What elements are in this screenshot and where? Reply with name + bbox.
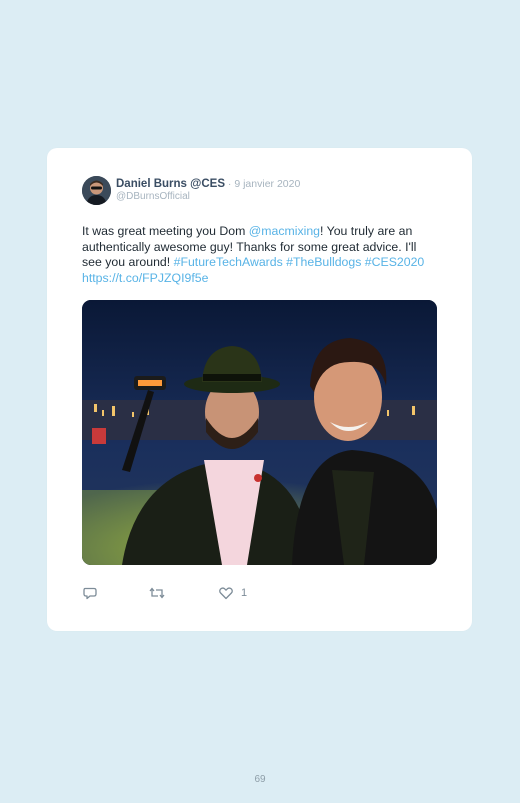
date-separator: · (225, 178, 235, 190)
selfie-photo (82, 300, 437, 565)
reply-button[interactable] (82, 585, 98, 601)
avatar[interactable] (82, 176, 111, 205)
tweet-date[interactable]: 9 janvier 2020 (234, 178, 300, 190)
like-count: 1 (241, 587, 248, 599)
mention-link[interactable]: @macmixing (249, 224, 320, 238)
hashtag-link[interactable]: #CES2020 (365, 255, 424, 269)
heart-icon (219, 587, 233, 600)
page-number: 69 (254, 774, 266, 785)
url-link[interactable]: https://t.co/FPJZQI9f5e (82, 271, 208, 285)
retweet-icon (149, 587, 165, 599)
author-name[interactable]: Daniel Burns @CES (116, 178, 225, 190)
tweet-card: Daniel Burns @CES · 9 janvier 2020 @DBur… (47, 148, 472, 631)
tweet-photo[interactable] (82, 300, 437, 565)
avatar-image (82, 176, 111, 205)
hashtag-link[interactable]: #TheBulldogs (286, 255, 361, 269)
tweet-text: It was great meeting you Dom @macmixing!… (82, 224, 437, 286)
tweet-actions: 1 (82, 585, 282, 605)
retweet-button[interactable] (148, 585, 166, 601)
like-button[interactable]: 1 (218, 585, 247, 601)
tweet-text-segment: It was great meeting you Dom (82, 224, 249, 238)
author-line: Daniel Burns @CES · 9 janvier 2020 (116, 178, 300, 190)
hashtag-link[interactable]: #FutureTechAwards (174, 255, 283, 269)
author-handle[interactable]: @DBurnsOfficial (116, 191, 190, 202)
reply-icon (83, 587, 97, 600)
